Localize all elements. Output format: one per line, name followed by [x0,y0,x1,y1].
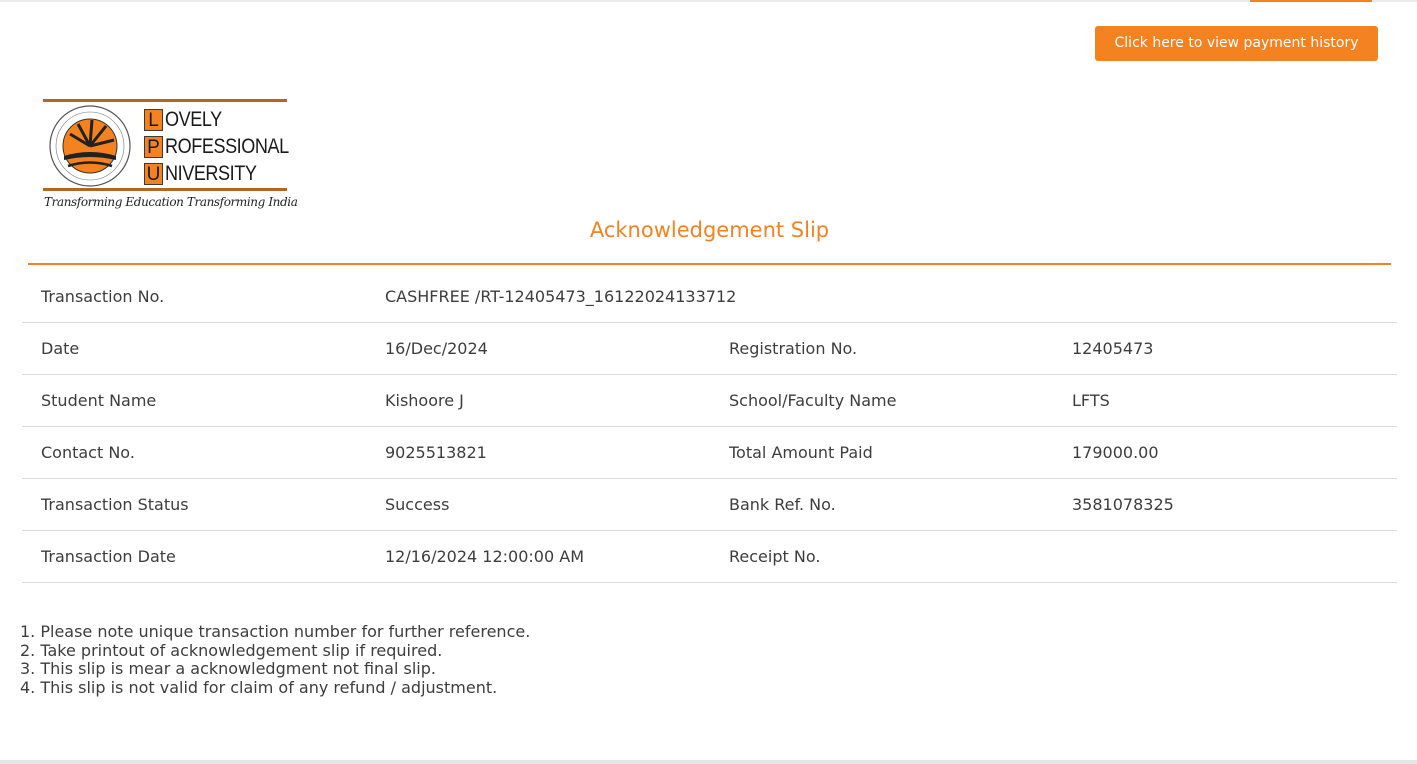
top-tab-accent [1250,0,1372,2]
field-value: 16/Dec/2024 [366,322,710,375]
field-label: Date [22,322,366,375]
field-value: LFTS [1053,374,1397,427]
field-label: Total Amount Paid [710,426,1053,479]
field-label: Transaction Status [22,478,366,531]
table-row: Contact No. 9025513821 Total Amount Paid… [22,426,1397,479]
logo-letter-p: P [144,135,163,158]
field-value: 12/16/2024 12:00:00 AM [366,530,710,583]
field-label: Transaction No. [22,271,366,323]
list-item: 4. This slip is not valid for claim of a… [20,677,498,697]
logo-top-rule [43,99,287,102]
field-value [1053,271,1397,323]
title-divider [28,263,1391,265]
lpu-logo: L OVELY P ROFESSIONAL U NIVERSITY Transf… [43,99,298,217]
logo-word-2: ROFESSIONAL [165,134,289,158]
footer-border [0,760,1417,764]
field-value: 12405473 [1053,322,1397,375]
list-item: 2. Take printout of acknowledgement slip… [20,640,443,660]
transaction-details-table: Transaction No. CASHFREE /RT-12405473_16… [22,271,1397,583]
field-value [1053,530,1397,583]
field-value: Kishoore J [366,374,710,427]
page-title: Acknowledgement Slip [589,218,830,242]
field-label: Bank Ref. No. [710,478,1053,531]
field-value: 179000.00 [1053,426,1397,479]
table-row: Transaction No. CASHFREE /RT-12405473_16… [22,271,1397,323]
list-item: 3. This slip is mear a acknowledgment no… [20,659,436,678]
field-value: 3581078325 [1053,478,1397,531]
logo-bottom-rule [43,188,287,191]
university-seal-icon [49,105,131,187]
logo-letter-l: L [144,108,163,131]
table-row: Student Name Kishoore J School/Faculty N… [22,374,1397,427]
table-row: Transaction Status Success Bank Ref. No.… [22,478,1397,531]
field-label: Registration No. [710,322,1053,375]
table-row: Transaction Date 12/16/2024 12:00:00 AM … [22,530,1397,583]
list-item: 1. Please note unique transaction number… [20,622,531,641]
field-value: 9025513821 [366,426,710,479]
field-label [710,271,1053,323]
field-label: Receipt No. [710,530,1053,583]
instructions-list: 1. Please note unique transaction number… [20,622,531,697]
field-label: Transaction Date [22,530,366,583]
field-label: Student Name [22,374,366,427]
logo-word-3: NIVERSITY [165,161,257,185]
logo-wordmark: L OVELY P ROFESSIONAL U NIVERSITY [144,106,309,187]
table-row: Date 16/Dec/2024 Registration No. 124054… [22,322,1397,375]
logo-word-1: OVELY [165,107,222,131]
field-value: CASHFREE /RT-12405473_16122024133712 [366,271,736,323]
logo-tagline: Transforming Education Transforming Indi… [44,195,298,209]
field-label: Contact No. [22,426,366,479]
field-label: School/Faculty Name [710,374,1053,427]
logo-letter-u: U [144,162,163,185]
top-border [0,0,1417,2]
field-value: Success [366,478,710,531]
view-payment-history-button[interactable]: Click here to view payment history [1095,26,1378,61]
